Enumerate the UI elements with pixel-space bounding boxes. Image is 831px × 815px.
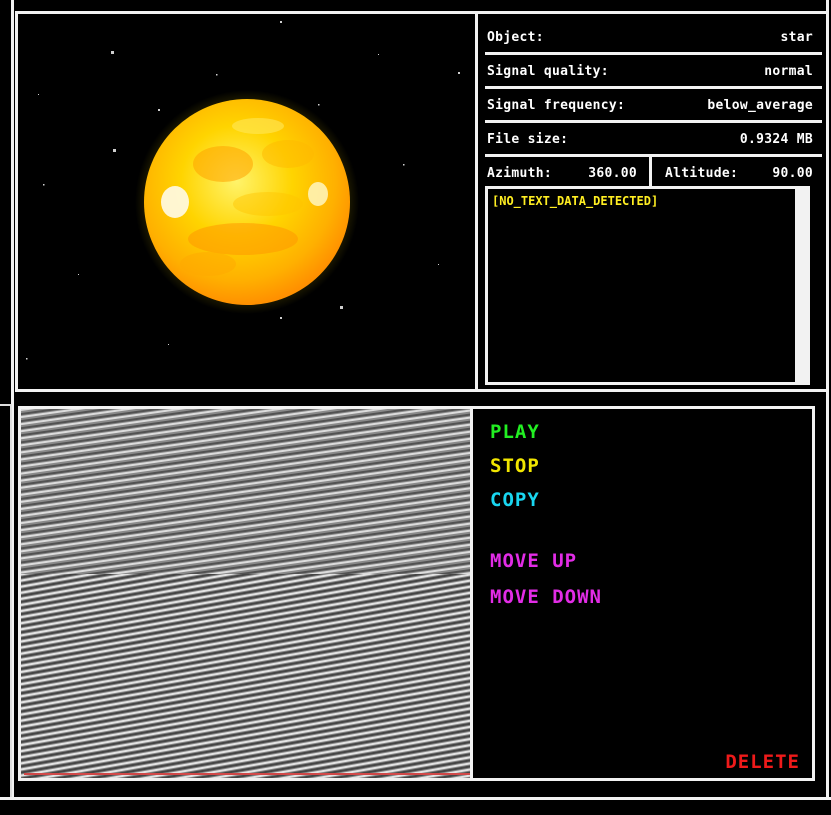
- signal-quality-label: Signal quality:: [487, 63, 609, 79]
- background-star: [111, 51, 114, 54]
- control-panel: PLAY STOP COPY MOVE UP MOVE DOWN DELETE: [476, 409, 812, 778]
- altitude-label: Altitude:: [665, 165, 739, 181]
- background-star: [78, 274, 79, 275]
- background-star: [280, 317, 282, 319]
- star-image-panel: [18, 14, 475, 389]
- file-size-row: File size: 0.9324 MB: [487, 124, 813, 154]
- copy-button[interactable]: COPY: [490, 489, 540, 511]
- signal-quality-value: normal: [764, 63, 813, 79]
- object-value: star: [780, 29, 813, 45]
- row-divider: [485, 154, 822, 157]
- move-down-button[interactable]: MOVE DOWN: [490, 586, 602, 608]
- pixel-star-icon: [18, 14, 475, 389]
- background-star: [26, 358, 28, 360]
- signal-waveform-panel: [21, 409, 473, 778]
- azimuth-label: Azimuth:: [487, 165, 553, 181]
- background-star: [438, 264, 439, 265]
- text-data-scrollbar[interactable]: [795, 189, 808, 382]
- background-star: [168, 344, 169, 345]
- signal-frequency-row: Signal frequency: below_average: [487, 90, 813, 120]
- background-star: [113, 149, 116, 152]
- object-row: Object: star: [487, 22, 813, 52]
- file-size-label: File size:: [487, 131, 569, 147]
- stop-button[interactable]: STOP: [490, 455, 540, 477]
- signal-frequency-value: below_average: [707, 97, 813, 113]
- row-divider: [485, 86, 822, 89]
- background-star: [43, 184, 45, 186]
- move-up-button[interactable]: MOVE UP: [490, 550, 577, 572]
- altitude-value: 90.00: [772, 165, 813, 181]
- background-star: [318, 104, 320, 106]
- object-label: Object:: [487, 29, 544, 45]
- delete-button[interactable]: DELETE: [725, 751, 800, 773]
- file-size-value: 0.9324 MB: [739, 131, 813, 147]
- signal-quality-row: Signal quality: normal: [487, 56, 813, 86]
- azimuth-value: 360.00: [588, 165, 637, 181]
- play-button[interactable]: PLAY: [490, 421, 540, 443]
- text-data-content: [NO_TEXT_DATA_DETECTED]: [492, 194, 659, 208]
- coordinate-divider: [649, 155, 652, 188]
- outer-frame-notch: [0, 404, 12, 799]
- background-star: [158, 109, 160, 111]
- text-data-box[interactable]: [NO_TEXT_DATA_DETECTED]: [485, 186, 810, 385]
- signal-frequency-label: Signal frequency:: [487, 97, 626, 113]
- background-star: [38, 94, 39, 95]
- row-divider: [485, 52, 822, 55]
- background-star: [458, 72, 460, 74]
- signal-progress-line: [24, 773, 470, 775]
- background-star: [340, 306, 343, 309]
- outer-frame-bottom: [0, 797, 831, 800]
- background-star: [403, 164, 405, 166]
- background-star: [216, 74, 218, 76]
- signal-waveform-icon: [21, 409, 470, 778]
- row-divider: [485, 120, 822, 123]
- background-star: [280, 21, 282, 23]
- background-star: [378, 54, 379, 55]
